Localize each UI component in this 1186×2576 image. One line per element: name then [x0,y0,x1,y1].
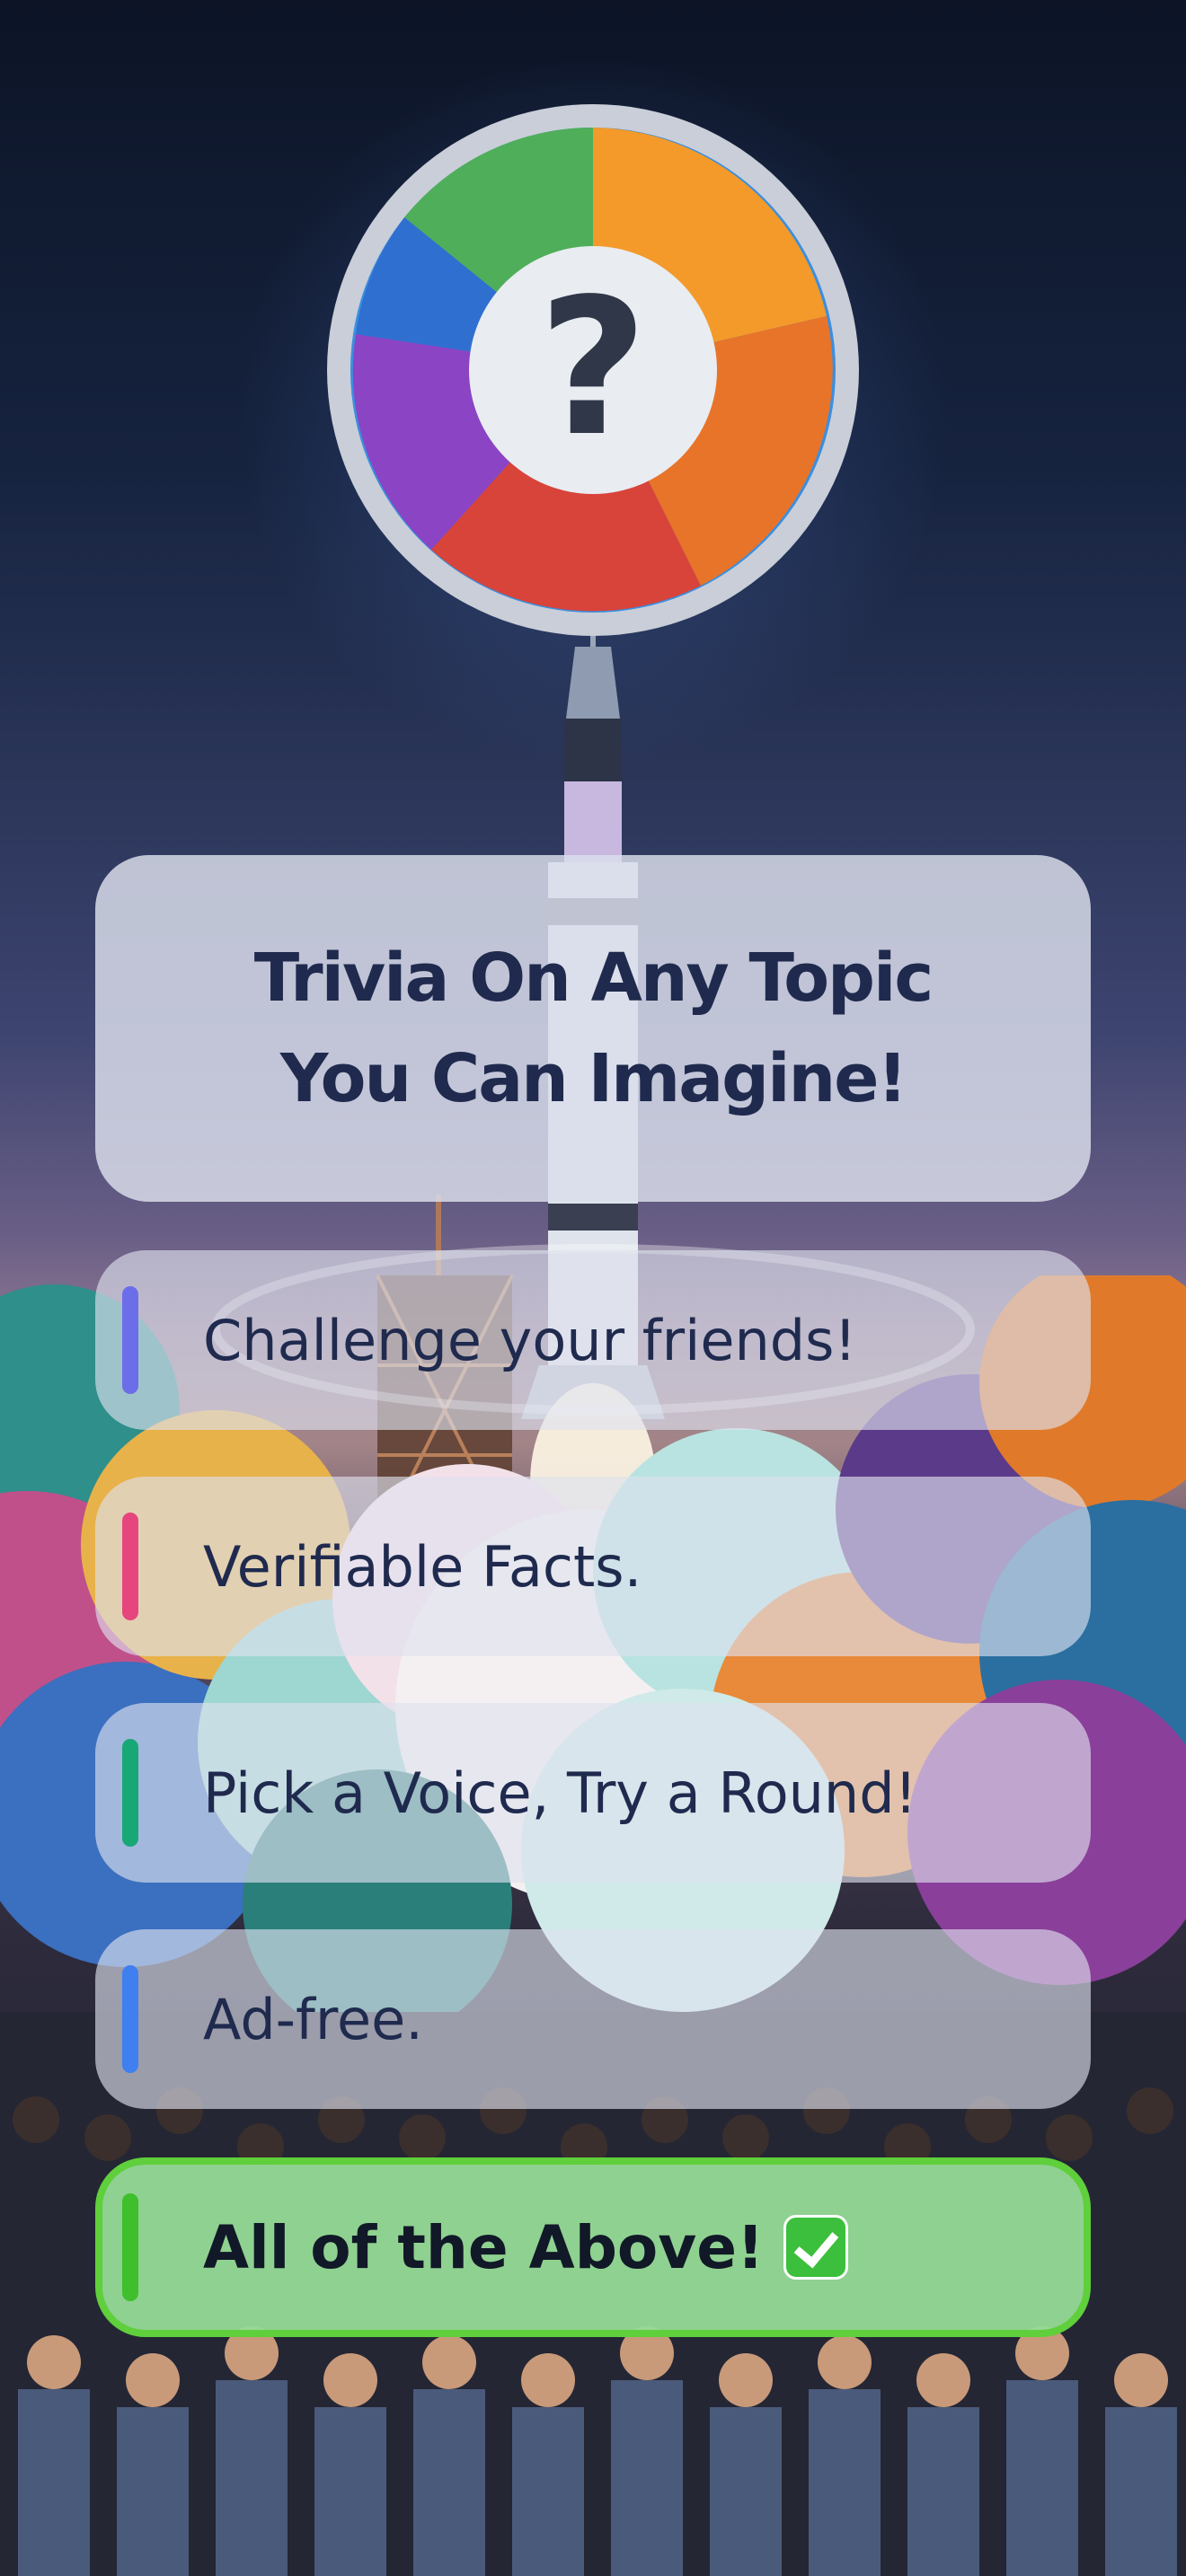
title-line-2: You Can Imagine! [279,1040,907,1117]
option-label: Ad-free. [203,1986,424,2052]
title-line-1: Trivia On Any Topic [253,940,934,1017]
option-label-row: All of the Above! [203,2165,849,2330]
option-label: All of the Above! [203,2212,765,2282]
option-pick-a-voice[interactable]: Pick a Voice, Try a Round! [95,1703,1091,1883]
option-accent-bar [122,1965,138,2073]
option-accent-bar [122,1513,138,1620]
option-all-of-the-above[interactable]: All of the Above! [95,2157,1091,2337]
title-card: Trivia On Any Topic You Can Imagine! [95,855,1091,1202]
option-label: Verifiable Facts. [203,1533,642,1600]
option-verifiable-facts[interactable]: Verifiable Facts. [95,1477,1091,1656]
svg-text:?: ? [538,258,648,478]
option-accent-bar [122,1739,138,1847]
option-ad-free[interactable]: Ad-free. [95,1929,1091,2109]
option-label: Pick a Voice, Try a Round! [203,1760,917,1826]
option-challenge-friends[interactable]: Challenge your friends! [95,1250,1091,1430]
app-logo: ? [327,104,859,636]
check-mark-icon [783,2215,849,2280]
option-accent-bar [122,1286,138,1394]
option-label: Challenge your friends! [203,1307,857,1373]
question-mark-icon: ? [538,258,648,478]
option-accent-bar [122,2193,138,2301]
